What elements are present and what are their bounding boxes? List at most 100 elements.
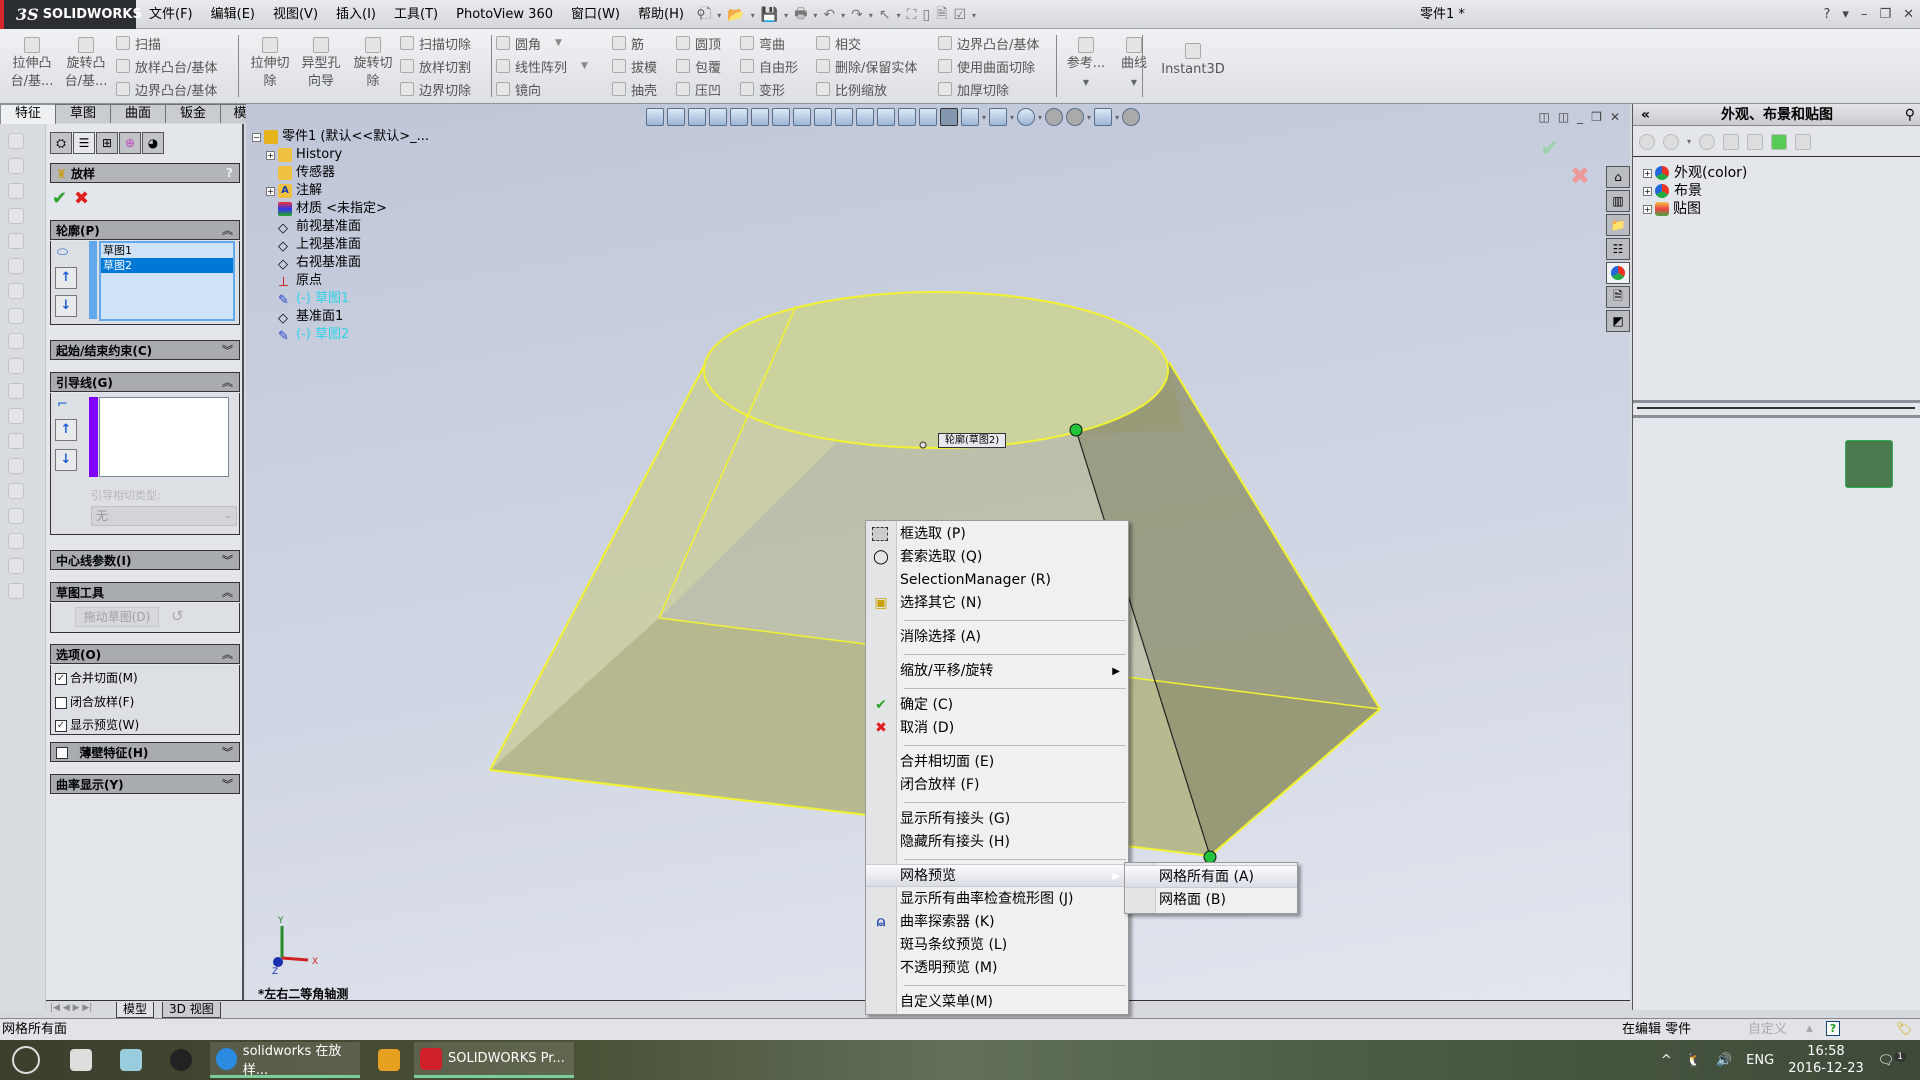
taskbar-app-solidworks[interactable]: SOLIDWORKS Pr... (414, 1042, 574, 1078)
freeform-button[interactable]: 自由形 (740, 56, 798, 76)
drag-sketch-button[interactable]: 拖动草图(D) (75, 607, 159, 627)
dropdown-icon[interactable]: ▾ (1842, 7, 1849, 22)
collapse-pane-icon[interactable]: « (1641, 104, 1650, 126)
move-up-button[interactable]: ↑ (55, 267, 77, 289)
expand-icon[interactable]: + (1643, 186, 1652, 196)
forward-icon[interactable] (1663, 133, 1679, 150)
menu-item-mesh-faces[interactable]: 网格面 (B) (1125, 889, 1297, 912)
traffic-light-icon[interactable]: ▯ (922, 7, 930, 23)
units-custom[interactable]: 自定义 (1748, 1019, 1787, 1040)
new-folder-icon[interactable] (1723, 133, 1740, 150)
dropdown-icon[interactable]: ▾ (841, 11, 845, 20)
profile-callout[interactable]: 轮廓(草图2) (938, 433, 1007, 448)
thicken-icon[interactable] (8, 258, 24, 274)
revolve-cut-button[interactable]: 旋转切除 (349, 37, 397, 91)
dropdown-icon[interactable]: ▾ (717, 11, 721, 20)
linear-pattern-button[interactable]: 线性阵列 ▼ (496, 56, 588, 76)
dropdown-icon[interactable]: ▼ (1083, 78, 1089, 87)
extrude-boss-button[interactable]: 拉伸凸 台/基... (8, 37, 56, 91)
expand-icon[interactable]: ︾ (222, 342, 233, 358)
flex-button[interactable]: 弯曲 (740, 33, 798, 53)
tree-item-appearances[interactable]: + 外观(color) (1643, 164, 1747, 182)
clock[interactable]: 16:58 2016-12-23 (1788, 1043, 1864, 1077)
add-location-icon[interactable] (1699, 133, 1716, 150)
hummingbird-preview-icon[interactable] (1845, 440, 1893, 488)
combine-icon[interactable] (8, 333, 24, 349)
sweep-icon[interactable] (8, 183, 24, 199)
menu-item-curvature-combs[interactable]: 显示所有曲率检查梳形图 (J) (866, 888, 1128, 911)
curves-button[interactable]: 曲线 ▼ (1110, 37, 1158, 92)
profiles-list[interactable]: 草图1 草图2 (99, 241, 235, 321)
delete-body-icon[interactable] (8, 383, 24, 399)
wrap-button[interactable]: 包覆 (676, 56, 721, 76)
up-icon[interactable] (1795, 133, 1812, 150)
chevron-up-icon[interactable]: ▲ (1806, 1019, 1813, 1040)
surface-offset-icon[interactable] (8, 508, 24, 524)
tab-3d-view[interactable]: 3D 视图 (162, 1002, 221, 1018)
menu-item-zoom-pan-rotate[interactable]: 缩放/平移/旋转 ▶ (866, 660, 1128, 683)
show-hidden-icons[interactable]: ^ (1661, 1053, 1672, 1068)
loft-cut-button[interactable]: 放样切割 (400, 56, 471, 76)
tab-features[interactable]: 特征 (0, 104, 56, 124)
tab-surfaces[interactable]: 曲面 (110, 104, 166, 123)
dropdown-icon[interactable]: ▾ (972, 11, 976, 20)
help-icon[interactable]: ? (1826, 1021, 1840, 1036)
taskbar-app-browser[interactable]: solidworks 在放样... (210, 1042, 360, 1078)
menu-photoview[interactable]: PhotoView 360 (447, 0, 562, 29)
menu-insert[interactable]: 插入(I) (327, 0, 385, 29)
fullscreen-icon[interactable]: ⛶ (907, 7, 917, 23)
menu-item-mesh-all-faces[interactable]: 网格所有面 (A) (1125, 865, 1297, 888)
refresh-icon[interactable] (1771, 133, 1788, 150)
hole-wizard-button[interactable]: 异型孔 向导 (297, 37, 345, 91)
menu-view[interactable]: 视图(V) (264, 0, 327, 29)
shell-button[interactable]: 抽壳 (612, 79, 657, 99)
new-folder-2-icon[interactable] (1747, 133, 1764, 150)
tangency-type-select[interactable]: 无 ⌄ (91, 506, 237, 526)
menu-item-show-connectors[interactable]: 显示所有接头 (G) (866, 808, 1128, 831)
menu-item-mesh-preview[interactable]: 网格预览 ▶ (866, 864, 1128, 887)
loft-icon[interactable] (8, 208, 24, 224)
menu-edit[interactable]: 编辑(E) (202, 0, 264, 29)
action-center-icon[interactable]: 🗨 1 (1878, 1051, 1906, 1068)
collapse-icon[interactable]: ︽ (222, 222, 233, 238)
dropdown-icon[interactable]: ▾ (897, 11, 901, 20)
freeform-icon[interactable] (8, 308, 24, 324)
sweep-button[interactable]: 扫描 (116, 33, 217, 53)
move-down-button[interactable]: ↓ (55, 295, 77, 317)
draft-button[interactable]: 拔模 (612, 56, 657, 76)
menu-item-select-other[interactable]: ▣ 选择其它 (N) (866, 592, 1128, 615)
file-properties-icon[interactable]: 🗎 (936, 3, 947, 27)
tree-item-decals[interactable]: + 贴图 (1643, 200, 1747, 218)
dropdown-icon[interactable]: ▼ (581, 61, 588, 71)
dropdown-icon[interactable]: ▾ (751, 11, 755, 20)
menu-window[interactable]: 窗口(W) (562, 0, 629, 29)
tab-model[interactable]: 模型 (116, 1002, 155, 1018)
split-icon[interactable] (8, 433, 24, 449)
profile-item-selected[interactable]: 草图2 (101, 258, 233, 273)
app-pin[interactable] (372, 1042, 406, 1078)
menu-tools[interactable]: 工具(T) (385, 0, 447, 29)
options-icon[interactable]: ☑ (953, 7, 966, 23)
show-preview-option[interactable]: ✓ 显示预览(W) (55, 716, 139, 733)
tab-sheet-metal[interactable]: 钣金 (165, 104, 221, 123)
property-manager-tab[interactable]: ☰ (73, 132, 95, 154)
menu-item-cancel[interactable]: ✖ 取消 (D) (866, 717, 1128, 740)
feature-manager-tab[interactable]: ⛭ (50, 132, 72, 154)
thin-feature-header[interactable]: 薄壁特征(H) ︾ (50, 742, 240, 762)
checkbox-checked[interactable]: ✓ (55, 672, 67, 685)
menu-item-zebra-preview[interactable]: 斑马条纹预览 (L) (866, 934, 1128, 957)
pin-icon[interactable]: ⚲ (1905, 104, 1915, 126)
tab-sketch[interactable]: 草图 (55, 104, 111, 123)
dome-icon[interactable] (8, 533, 24, 549)
collapse-icon[interactable]: ︽ (222, 584, 233, 600)
tab-scroll-icon[interactable]: |◀ ◀ ▶ ▶| (50, 1003, 92, 1013)
deform-button[interactable]: 变形 (740, 79, 798, 99)
dome-button[interactable]: 圆顶 (676, 33, 721, 53)
connector-handle[interactable] (1069, 423, 1083, 437)
design-library-tab[interactable]: ▥ (1606, 190, 1630, 212)
notepad-pin[interactable] (114, 1042, 148, 1078)
profile-item[interactable]: 草图1 (101, 243, 233, 258)
revolve-icon[interactable] (8, 158, 24, 174)
centerline-params-header[interactable]: 中心线参数(I) ︾ (50, 550, 240, 570)
input-language[interactable]: ENG (1746, 1053, 1774, 1068)
